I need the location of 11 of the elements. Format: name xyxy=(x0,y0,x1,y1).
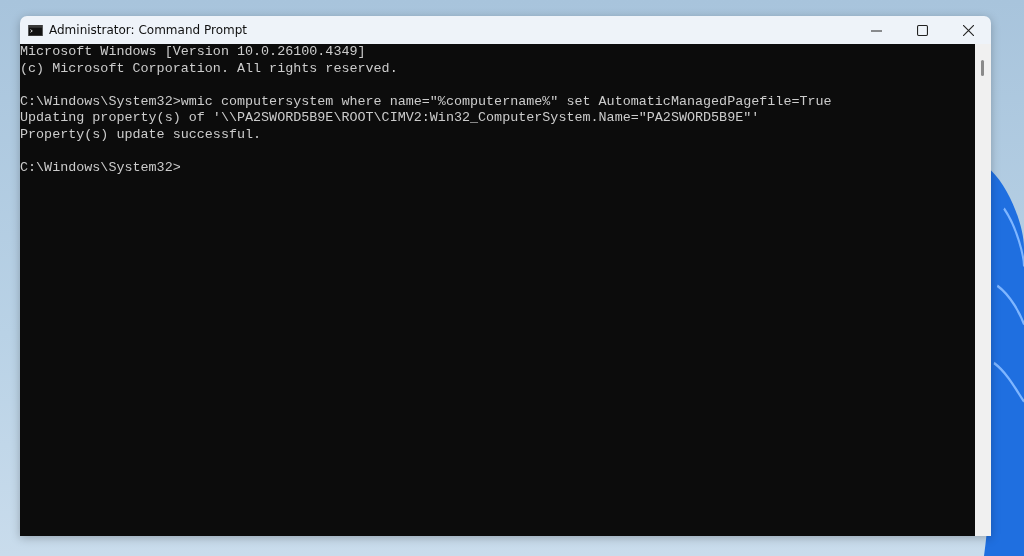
close-icon xyxy=(962,24,974,36)
console-line: Property(s) update successful. xyxy=(20,126,262,143)
window-title: Administrator: Command Prompt xyxy=(49,23,247,37)
console-line: C:\Windows\System32> xyxy=(20,159,181,176)
console-icon xyxy=(28,24,43,36)
console-line: Microsoft Windows [Version 10.0.26100.4349] xyxy=(20,44,366,61)
scrollbar-thumb[interactable] xyxy=(981,60,984,76)
maximize-icon xyxy=(916,24,928,36)
console-line: Updating property(s) of '\\PA2SWORD5B9E\ROOT\CIMV2:Win32_ComputerSystem.Name="PA2SWORD5B9E"' xyxy=(20,110,760,127)
console-line: (c) Microsoft Corporation. All rights reserved. xyxy=(20,60,398,77)
console-line: C:\Windows\System32>wmic computersystem where name="%computername%" set AutomaticManagedPagefile=True xyxy=(20,93,832,110)
